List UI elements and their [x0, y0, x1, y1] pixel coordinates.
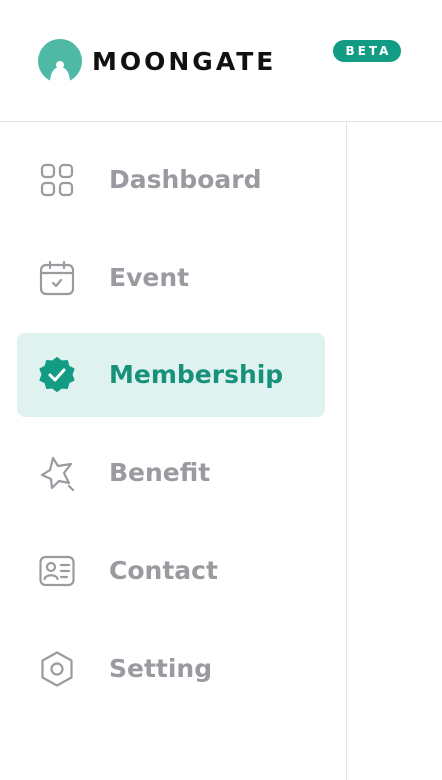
sidebar-item-benefit[interactable]: Benefit	[17, 431, 325, 515]
sidebar-item-event[interactable]: Event	[17, 236, 325, 320]
sidebar-item-label: Benefit	[109, 458, 211, 487]
sidebar-nav: Dashboard Event Membership Benefit Conta…	[0, 122, 347, 780]
brand-wordmark: MOONGATE	[92, 47, 277, 76]
app-header: MOONGATE BETA	[0, 0, 442, 122]
contact-card-icon	[39, 555, 75, 587]
sidebar-item-label: Contact	[109, 556, 218, 585]
star-icon	[40, 456, 75, 491]
sidebar-item-dashboard[interactable]: Dashboard	[17, 138, 325, 222]
sidebar-item-label: Dashboard	[109, 165, 262, 194]
sidebar-item-label: Setting	[109, 654, 213, 683]
beta-badge: BETA	[333, 40, 401, 62]
sidebar-item-label: Membership	[109, 360, 284, 389]
moongate-logo-icon[interactable]	[38, 39, 82, 83]
sidebar-item-membership[interactable]: Membership	[17, 333, 325, 417]
dashboard-grid-icon	[40, 163, 74, 197]
sidebar-item-setting[interactable]: Setting	[17, 627, 325, 711]
sidebar-item-contact[interactable]: Contact	[17, 529, 325, 613]
hexagon-settings-icon	[41, 651, 73, 687]
calendar-check-icon	[39, 260, 75, 296]
verified-badge-icon	[39, 357, 75, 392]
sidebar-item-label: Event	[109, 263, 190, 292]
